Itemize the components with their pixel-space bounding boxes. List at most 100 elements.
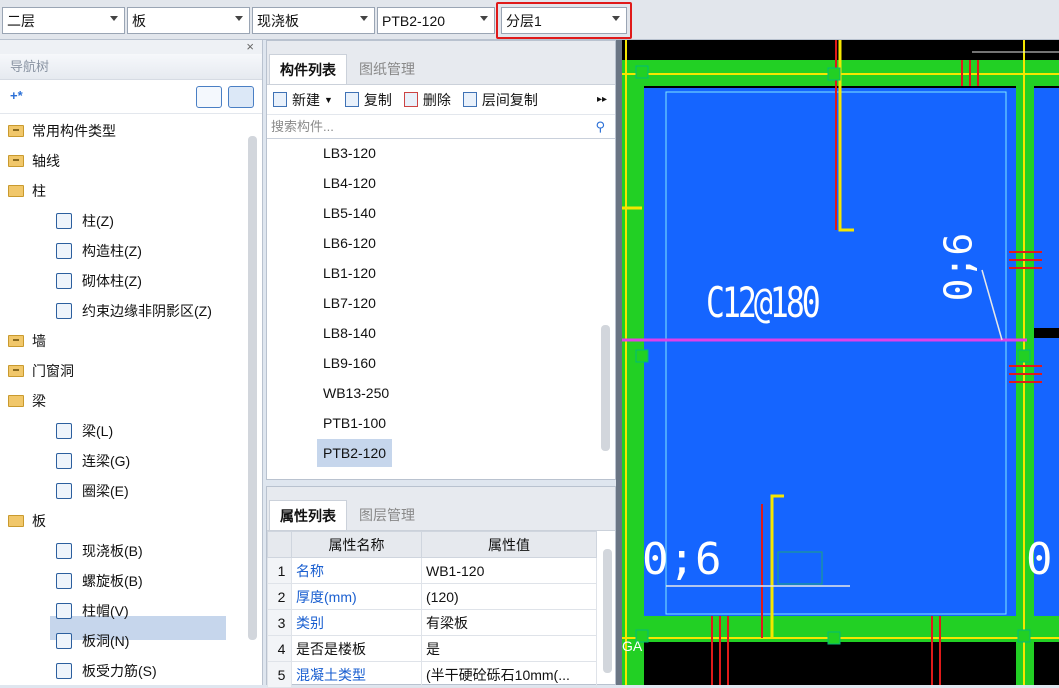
- corner-label: GA: [622, 638, 643, 654]
- list-view-icon[interactable]: [196, 86, 222, 108]
- row-name: 类别: [291, 609, 422, 636]
- rebar-label-far-right[interactable]: 0;: [1026, 534, 1059, 585]
- rebar-label-left[interactable]: 0;6: [642, 534, 721, 585]
- list-item[interactable]: LB8-140: [317, 319, 382, 347]
- table-row[interactable]: 4 是否是楼板 是: [267, 635, 597, 662]
- floor-dropdown[interactable]: 二层: [2, 7, 125, 34]
- table-header: 属性名称 属性值: [267, 531, 597, 558]
- node-marker[interactable]: [827, 631, 841, 645]
- tree-item-coupling-beam[interactable]: 连梁(G): [56, 449, 130, 473]
- more-icon[interactable]: ▸▸: [597, 94, 607, 105]
- tab-drawing-management[interactable]: 图纸管理: [349, 54, 425, 84]
- row-value[interactable]: 有梁板: [421, 609, 597, 636]
- property-table: 属性名称 属性值 1 名称 WB1-120 2 厚度(mm) (120) 3 类…: [267, 531, 597, 688]
- list-item[interactable]: PTB1-100: [317, 409, 392, 437]
- detail-view-icon[interactable]: [228, 86, 254, 108]
- tab-layer-management[interactable]: 图层管理: [349, 500, 425, 530]
- col-index: [267, 531, 292, 558]
- list-item-selected[interactable]: PTB2-120: [317, 439, 393, 467]
- structural-column-icon: [56, 243, 72, 259]
- node-marker[interactable]: [1017, 349, 1031, 363]
- table-row[interactable]: 3 类别 有梁板: [267, 609, 597, 636]
- list-item[interactable]: LB6-120: [317, 229, 382, 257]
- tree-folder-door-window[interactable]: 门窗洞: [8, 359, 74, 383]
- list-item[interactable]: LB5-140: [317, 199, 382, 227]
- row-value[interactable]: (半干硬砼砾石10mm(...: [421, 661, 597, 688]
- row-index: 3: [267, 609, 292, 636]
- tree-item-spiral-slab[interactable]: 螺旋板(B): [56, 569, 143, 593]
- tree-folder-common[interactable]: 常用构件类型: [8, 119, 116, 143]
- list-item[interactable]: LB3-120: [317, 139, 382, 167]
- new-button[interactable]: 新建 ▼: [273, 90, 333, 110]
- node-marker[interactable]: [635, 349, 649, 363]
- complist-scrollbar[interactable]: [601, 325, 610, 451]
- tree-label: 圈梁(E): [82, 483, 129, 499]
- highlight-box: [496, 2, 632, 39]
- copy-button[interactable]: 复制: [344, 90, 392, 110]
- tree-item-slab-rebar[interactable]: 板受力筋(S): [56, 659, 157, 683]
- table-row[interactable]: 5 混凝土类型 (半干硬砼砾石10mm(...: [267, 661, 597, 688]
- tree-item-column-z[interactable]: 柱(Z): [56, 209, 114, 233]
- rebar-label-vertical[interactable]: 0;6: [936, 233, 980, 302]
- list-item[interactable]: LB7-120: [317, 289, 382, 317]
- add-sparkle-icon[interactable]: +*: [10, 88, 23, 103]
- hatch-icon: [56, 303, 72, 319]
- tree-item-beam-l[interactable]: 梁(L): [56, 419, 113, 443]
- chevron-down-icon: [235, 16, 243, 21]
- node-marker[interactable]: [827, 67, 841, 81]
- category-dropdown[interactable]: 板: [127, 7, 250, 34]
- tree-label: 现浇板(B): [82, 543, 143, 559]
- tab-property-list[interactable]: 属性列表: [269, 500, 347, 530]
- table-row[interactable]: 1 名称 WB1-120: [267, 557, 597, 584]
- tree-item-cast-slab-label[interactable]: 现浇板(B): [56, 539, 143, 563]
- tree-folder-axis[interactable]: 轴线: [8, 149, 60, 173]
- tree-item-ring-beam[interactable]: 圈梁(E): [56, 479, 129, 503]
- floor-copy-button[interactable]: 层间复制: [462, 90, 538, 110]
- tree-folder-beam[interactable]: 梁: [8, 389, 46, 413]
- tree-folder-column[interactable]: 柱: [8, 179, 46, 203]
- subtype-dropdown[interactable]: 现浇板: [252, 7, 375, 34]
- component-dropdown[interactable]: PTB2-120: [377, 7, 495, 34]
- tree-folder-slab[interactable]: 板: [8, 509, 46, 533]
- search-input[interactable]: 搜索构件... ⚲: [267, 115, 615, 139]
- node-marker[interactable]: [635, 65, 649, 79]
- nav-scrollbar[interactable]: [248, 136, 257, 640]
- row-value[interactable]: (120): [421, 583, 597, 610]
- table-row[interactable]: 2 厚度(mm) (120): [267, 583, 597, 610]
- chevron-down-icon: [360, 16, 368, 21]
- navigation-tree-panel: × 导航树 +* 常用构件类型 轴线 柱 柱(Z) 构造柱(Z) 砌体柱(Z) …: [0, 39, 263, 685]
- list-item[interactable]: LB4-120: [317, 169, 382, 197]
- canvas-drawing[interactable]: [622, 40, 1059, 685]
- delete-button[interactable]: 删除: [403, 90, 451, 110]
- tree-item-masonry-column[interactable]: 砌体柱(Z): [56, 269, 142, 293]
- category-value: 板: [132, 12, 146, 29]
- row-index: 5: [267, 661, 292, 688]
- tree-label: 门窗洞: [32, 363, 74, 379]
- drawing-canvas[interactable]: C12@180 0;6 0;6 0; GA: [622, 40, 1059, 685]
- row-value[interactable]: 是: [421, 635, 597, 662]
- list-item[interactable]: LB9-160: [317, 349, 382, 377]
- props-scrollbar[interactable]: [603, 549, 612, 673]
- tree-item-constraint-edge[interactable]: 约束边缘非阴影区(Z): [56, 299, 212, 323]
- nav-close-bar: ×: [0, 39, 262, 54]
- close-icon[interactable]: ×: [246, 39, 254, 54]
- tree-item-structural-column[interactable]: 构造柱(Z): [56, 239, 142, 263]
- component-value: PTB2-120: [382, 12, 446, 29]
- col-name: 属性名称: [291, 531, 422, 558]
- tree-folder-wall[interactable]: 墙: [8, 329, 46, 353]
- slab-region[interactable]: [1034, 88, 1059, 328]
- tree-label: 构造柱(Z): [82, 243, 142, 259]
- tree-item-column-cap[interactable]: 柱帽(V): [56, 599, 129, 623]
- slab-icon: [56, 543, 72, 559]
- tree-item-slab-hole[interactable]: 板洞(N): [56, 629, 129, 653]
- search-icon[interactable]: ⚲: [595, 115, 605, 139]
- row-name: 名称: [291, 557, 422, 584]
- beam-icon: [56, 423, 72, 439]
- row-value[interactable]: WB1-120: [421, 557, 597, 584]
- tree-label: 常用构件类型: [32, 123, 116, 139]
- list-item[interactable]: WB13-250: [317, 379, 395, 407]
- rebar-label[interactable]: C12@180: [706, 278, 821, 327]
- node-marker[interactable]: [1017, 629, 1031, 643]
- list-item[interactable]: LB1-120: [317, 259, 382, 287]
- tab-component-list[interactable]: 构件列表: [269, 54, 347, 84]
